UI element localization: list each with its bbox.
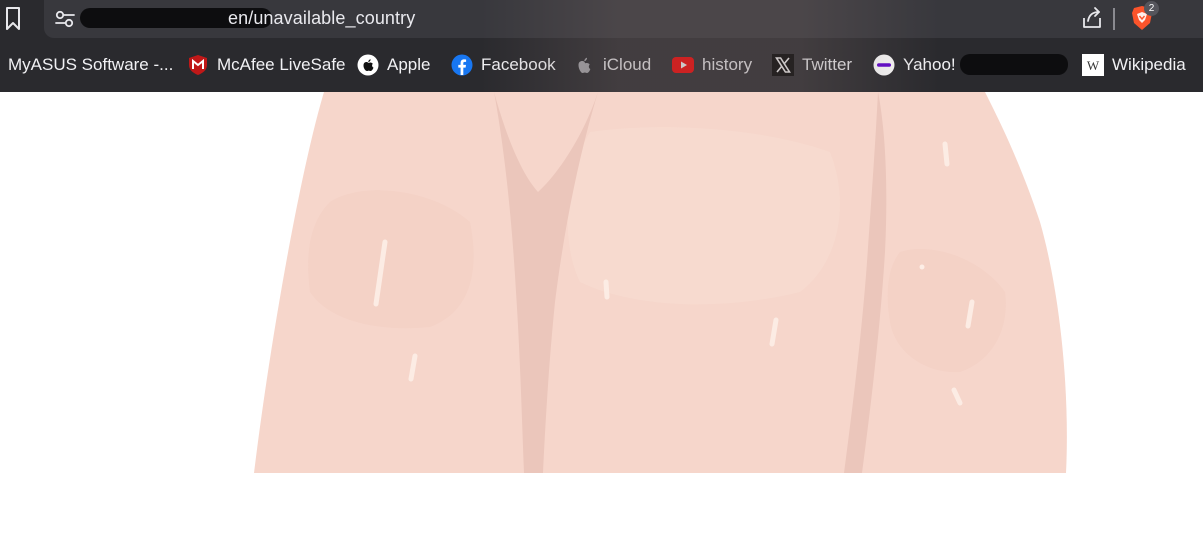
bookmark-label: Yahoo! — [903, 55, 956, 74]
site-settings-icon[interactable] — [54, 9, 76, 29]
icloud-apple-icon — [573, 54, 595, 76]
bookmark-label: MyASUS Software -... — [8, 55, 174, 74]
mcafee-icon — [187, 54, 209, 76]
youtube-icon — [672, 54, 694, 76]
bookmark-label: McAfee LiveSafe — [217, 55, 346, 74]
url-text[interactable]: en/unavailable_country — [228, 8, 415, 28]
page-content — [0, 92, 1203, 534]
bookmark-facebook[interactable]: Facebook — [451, 46, 556, 84]
svg-text:W: W — [1087, 58, 1100, 73]
browser-chrome: en/unavailable_country 2 MyASUS Software… — [0, 0, 1203, 92]
yahoo-icon — [873, 54, 895, 76]
redacted-bookmark[interactable] — [960, 54, 1068, 75]
bookmarks-bar: MyASUS Software -... McAfee LiveSafe App… — [0, 46, 1203, 84]
bookmark-mcafee[interactable]: McAfee LiveSafe — [187, 46, 346, 84]
bookmark-label: Wikipedia — [1112, 55, 1186, 74]
bookmark-label: iCloud — [603, 55, 652, 74]
bookmark-icloud[interactable]: iCloud — [573, 46, 651, 84]
bookmark-myasus[interactable]: MyASUS Software -... — [8, 46, 173, 84]
bookmark-label: Twitter — [802, 55, 853, 74]
x-icon — [772, 54, 794, 76]
bookmark-apple[interactable]: Apple — [357, 46, 430, 84]
bookmark-wikipedia[interactable]: W Wikipedia — [1082, 46, 1186, 84]
address-row: en/unavailable_country 2 — [0, 0, 1203, 40]
wikipedia-icon: W — [1082, 54, 1104, 76]
brave-shields-badge: 2 — [1144, 1, 1159, 16]
bookmark-yahoo[interactable]: Yahoo! — [873, 46, 956, 84]
address-bar[interactable]: en/unavailable_country 2 — [44, 0, 1203, 38]
facebook-icon — [451, 54, 473, 76]
apple-icon — [357, 54, 379, 76]
toolbar-separator — [1113, 8, 1115, 30]
bookmark-label: Facebook — [481, 55, 556, 74]
unavailable-country-illustration — [254, 92, 1067, 473]
bookmark-page-icon[interactable] — [2, 4, 24, 34]
share-icon[interactable] — [1081, 6, 1103, 30]
bookmark-history[interactable]: history — [672, 46, 752, 84]
bookmark-label: history — [702, 55, 753, 74]
bookmark-twitter[interactable]: Twitter — [772, 46, 852, 84]
bookmark-label: Apple — [387, 55, 431, 74]
